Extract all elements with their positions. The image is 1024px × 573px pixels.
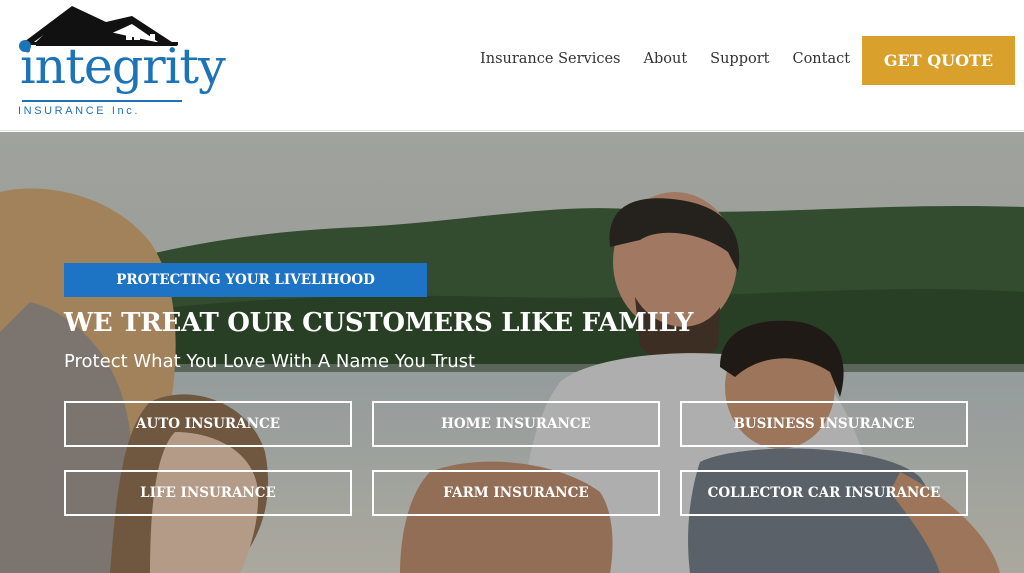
integrity-logo[interactable]: integrity INSURANCE Inc. — [14, 2, 226, 122]
home-insurance-button[interactable]: HOME INSURANCE — [372, 401, 660, 447]
nav-support[interactable]: Support — [710, 51, 769, 67]
auto-insurance-button[interactable]: AUTO INSURANCE — [64, 401, 352, 447]
nav-about[interactable]: About — [644, 51, 688, 67]
tagline-badge: PROTECTING YOUR LIVELIHOOD — [64, 263, 427, 297]
logo-wordmark: integrity — [20, 38, 226, 95]
get-quote-button[interactable]: GET QUOTE — [862, 36, 1015, 85]
business-insurance-button[interactable]: BUSINESS INSURANCE — [680, 401, 968, 447]
logo-subtitle: INSURANCE Inc. — [18, 105, 140, 117]
hero-subheadline: Protect What You Love With A Name You Tr… — [64, 351, 476, 372]
collector-car-insurance-button[interactable]: COLLECTOR CAR INSURANCE — [680, 470, 968, 516]
main-nav: Insurance Services About Support Contact — [480, 48, 873, 70]
nav-insurance-services[interactable]: Insurance Services — [480, 51, 621, 67]
farm-insurance-button[interactable]: FARM INSURANCE — [372, 470, 660, 516]
life-insurance-button[interactable]: LIFE INSURANCE — [64, 470, 352, 516]
hero-headline: WE TREAT OUR CUSTOMERS LIKE FAMILY — [64, 308, 694, 338]
site-header: integrity INSURANCE Inc. Insurance Servi… — [0, 0, 1024, 131]
nav-contact[interactable]: Contact — [792, 51, 850, 67]
hero-section: PROTECTING YOUR LIVELIHOOD WE TREAT OUR … — [0, 132, 1024, 573]
